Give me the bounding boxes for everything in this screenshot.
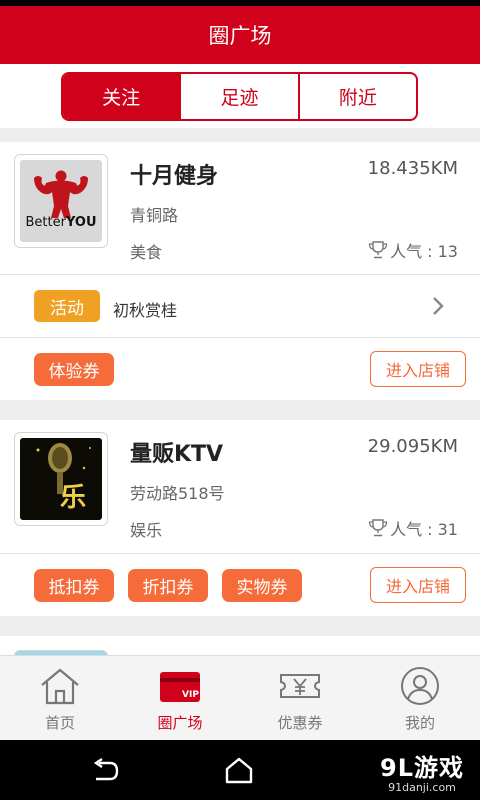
shop-card-partial[interactable] (0, 636, 480, 656)
tab-label: 首页 (44, 714, 75, 732)
watermark-url: 91danji.com (388, 781, 456, 794)
coupon-tag[interactable]: 体验券 (34, 353, 114, 386)
enter-shop-button[interactable]: 进入店铺 (370, 351, 466, 387)
chevron-right-icon[interactable] (430, 295, 446, 317)
watermark-text: 9L游戏 (380, 754, 464, 782)
coupon-tag[interactable]: 折扣券 (128, 569, 208, 602)
profile-icon (401, 667, 439, 705)
bottom-tab-home[interactable]: 首页 (0, 656, 120, 740)
tab-label: 我的 (404, 714, 435, 732)
shop-distance: 18.435KM (367, 158, 458, 179)
vip-card-icon: VIP (160, 672, 200, 702)
shop-popularity: 人气 : 13 (368, 238, 458, 262)
shop-category: 娱乐 (130, 521, 163, 540)
coupon-icon (280, 674, 320, 698)
shop-distance: 29.095KM (367, 436, 458, 457)
activity-badge: 活动 (34, 290, 100, 322)
shop-street: 劳动路518号 (130, 484, 225, 503)
coupon-tag[interactable]: 抵扣券 (34, 569, 114, 602)
shop-card[interactable]: 乐 量贩KTV 29.095KM 劳动路518号 娱乐 人气 : 31 抵扣券 … (0, 420, 480, 616)
divider (0, 553, 480, 554)
back-icon[interactable] (90, 758, 120, 784)
shop-popularity: 人气 : 31 (368, 516, 458, 540)
logo-text: 乐 (60, 483, 87, 513)
trophy-icon (368, 519, 388, 537)
bodybuilder-logo-icon (34, 170, 88, 218)
activity-title[interactable]: 初秋赏桂 (113, 297, 177, 321)
divider (0, 337, 480, 338)
shop-logo: 乐 (14, 432, 108, 526)
bottom-tab-bar: 首页 VIP 圈广场 优惠券 我的 (0, 655, 480, 740)
system-nav-bar: 9L游戏 91danji.com (0, 740, 480, 800)
trophy-icon (368, 241, 388, 259)
tab-label: 圈广场 (157, 714, 203, 732)
divider (0, 274, 480, 275)
bottom-tab-coupons[interactable]: 优惠券 (240, 656, 360, 740)
logo-text: BetterYOU (25, 215, 97, 230)
coupon-tag[interactable]: 实物券 (222, 569, 302, 602)
app-header: 圈广场 (0, 6, 480, 64)
shop-name: 十月健身 (130, 164, 219, 189)
watermark: 9L游戏 91danji.com (380, 748, 464, 794)
tab-follow[interactable]: 关注 (63, 74, 182, 119)
tab-footprint[interactable]: 足迹 (181, 74, 300, 119)
segmented-control: 关注 足迹 附近 (61, 72, 418, 121)
svg-text:VIP: VIP (182, 690, 199, 700)
shop-card[interactable]: BetterYOU 十月健身 18.435KM 青铜路 美食 人气 : 13 活… (0, 142, 480, 400)
shop-name: 量贩KTV (130, 442, 224, 467)
shop-street: 青铜路 (130, 206, 179, 225)
home-nav-icon[interactable] (224, 756, 254, 784)
tab-nearby[interactable]: 附近 (300, 74, 416, 119)
shop-logo: BetterYOU (14, 154, 108, 248)
segment-bar: 关注 足迹 附近 (0, 64, 480, 128)
bottom-tab-mine[interactable]: 我的 (360, 656, 480, 740)
tab-label: 优惠券 (277, 714, 323, 732)
home-icon (41, 668, 79, 705)
shop-category: 美食 (130, 243, 163, 262)
enter-shop-button[interactable]: 进入店铺 (370, 567, 466, 603)
page-title: 圈广场 (208, 24, 272, 48)
bottom-tab-square[interactable]: VIP 圈广场 (120, 656, 240, 740)
